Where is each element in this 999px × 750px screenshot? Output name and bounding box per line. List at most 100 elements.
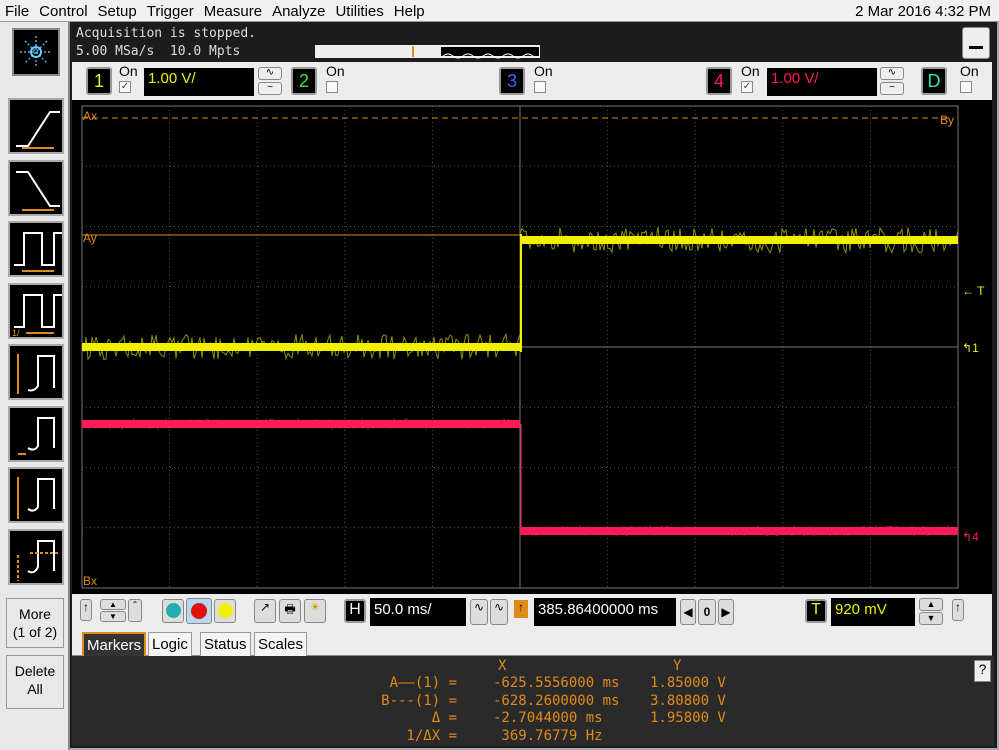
rise-time-icon-button[interactable]	[8, 98, 64, 154]
tab-status[interactable]: Status	[200, 632, 251, 656]
channel-4-button[interactable]: 4	[706, 67, 732, 95]
marker-label: A——(1) =	[390, 675, 457, 693]
zoom-in-button[interactable]: ∿	[470, 599, 488, 625]
channel-3-checkbox[interactable]	[534, 81, 546, 93]
horizontal-button[interactable]: H	[344, 599, 366, 623]
minimize-button[interactable]	[962, 27, 990, 59]
channel-1-coupling-up[interactable]: ∿	[258, 67, 282, 80]
trigger-position-marker	[412, 46, 414, 57]
channel-1-ground-marker[interactable]: ↰1	[962, 341, 979, 355]
trigger-arrow-button[interactable]: ↑	[952, 599, 964, 621]
fall-time-icon	[10, 162, 62, 214]
more-button[interactable]: More (1 of 2)	[6, 598, 64, 648]
channel-1-high-trace	[520, 236, 958, 244]
delay-right-button[interactable]: ▶	[718, 599, 734, 625]
acquisition-status: Acquisition is stopped. 5.00 MSa/s 10.0 …	[76, 25, 256, 61]
channel-4-on-label: On	[741, 63, 760, 79]
channel-2-button[interactable]: 2	[291, 67, 317, 95]
run-button[interactable]	[162, 599, 184, 623]
delay-zero-button[interactable]: 0	[698, 599, 716, 625]
more-label: More (1 of 2)	[13, 606, 57, 640]
logo-icon[interactable]	[12, 28, 60, 76]
control-bar: ↑ ▲ ▼ ⌃ ↗ 🖶 ☀ H 50.0 ms/ ∿ ∿ ↑ 385.86400…	[72, 594, 992, 630]
channel-2-checkbox[interactable]	[326, 81, 338, 93]
scroll-down-button[interactable]: ▼	[100, 611, 126, 622]
channel-3-button[interactable]: 3	[499, 67, 525, 95]
channel-1-button[interactable]: 1	[86, 67, 112, 95]
amplitude-icon-button[interactable]	[8, 529, 64, 585]
tab-scales[interactable]: Scales	[254, 632, 307, 656]
digital-checkbox[interactable]	[960, 81, 972, 93]
channel-1-checkbox[interactable]: ✓	[119, 81, 131, 93]
marker-bx-label: Bx	[83, 574, 97, 588]
menu-file[interactable]: File	[0, 0, 34, 20]
marker-by-label: By	[940, 113, 954, 127]
amplitude-icon	[10, 531, 62, 583]
channel-1-scale[interactable]: 1.00 V/	[144, 68, 254, 96]
trigger-level-field[interactable]: 920 mV	[831, 598, 915, 626]
view-window[interactable]	[441, 47, 539, 56]
channel-4-checkbox[interactable]: ✓	[741, 81, 753, 93]
period-icon-button[interactable]	[8, 221, 64, 277]
delete-all-button[interactable]: Delete All	[6, 655, 64, 709]
frequency-icon-button[interactable]: 1/	[8, 283, 64, 339]
timebase-field[interactable]: 50.0 ms/	[370, 598, 466, 626]
trigger-button[interactable]: T	[805, 599, 827, 623]
timeline-overview[interactable]	[315, 45, 540, 58]
help-button[interactable]: ?	[974, 660, 991, 682]
zoom-out-button[interactable]: ∿	[490, 599, 508, 625]
tab-logic[interactable]: Logic	[148, 632, 192, 656]
tab-bar: Markers Logic Status Scales	[72, 630, 992, 656]
x-header: X	[498, 658, 506, 676]
marker-label: 1/ΔX =	[406, 728, 457, 746]
print-icon[interactable]: 🖶	[279, 599, 301, 623]
minimum-icon-button[interactable]	[8, 406, 64, 462]
channel-1-coupling-down[interactable]: ~	[258, 82, 282, 95]
marker-x: 369.76779 Hz	[493, 728, 603, 746]
autoscale-icon[interactable]: ↗	[254, 599, 276, 623]
digital-channel-button[interactable]: D	[921, 67, 947, 95]
brightness-icon[interactable]: ☀	[304, 599, 326, 623]
menu-analyze[interactable]: Analyze	[267, 0, 330, 20]
menu-control[interactable]: Control	[34, 0, 92, 20]
menu-utilities[interactable]: Utilities	[330, 0, 388, 20]
fine-scroll-button[interactable]: ⌃	[128, 599, 142, 622]
minimum-icon	[10, 408, 62, 460]
digital-on-label: On	[960, 63, 979, 79]
delay-left-button[interactable]: ◀	[680, 599, 696, 625]
vertical-arrow-button[interactable]: ↑	[80, 599, 92, 621]
menu-trigger[interactable]: Trigger	[142, 0, 199, 20]
stop-button[interactable]	[186, 598, 212, 624]
channel-4-scale[interactable]: 1.00 V/	[767, 68, 877, 96]
marker-y: 1.95800 V	[650, 710, 726, 728]
marker-x: -2.7044000 ms	[493, 710, 603, 728]
marker-label: B---(1) =	[381, 693, 457, 711]
frequency-icon: 1/	[10, 285, 62, 337]
delay-field[interactable]: 385.86400000 ms	[534, 598, 676, 626]
menu-setup[interactable]: Setup	[93, 0, 142, 20]
menu-bar: File Control Setup Trigger Measure Analyze Uti…	[0, 0, 999, 22]
trigger-level-down[interactable]: ▼	[919, 612, 943, 625]
channel-4-coupling-down[interactable]: ~	[880, 82, 904, 95]
maximum-icon-button[interactable]	[8, 467, 64, 523]
tab-markers[interactable]: Markers	[82, 632, 146, 656]
markers-panel: X Y A——(1) = -625.5556000 ms 1.85000 V B---…	[72, 656, 994, 746]
channel-4-ground-marker[interactable]: ↰4	[962, 530, 979, 544]
y-header: Y	[673, 658, 681, 676]
scroll-up-button[interactable]: ▲	[100, 599, 126, 610]
single-button[interactable]	[214, 599, 236, 623]
channel-3-on-label: On	[534, 63, 553, 79]
period-icon	[10, 223, 62, 275]
peak-to-peak-icon-button[interactable]	[8, 344, 64, 400]
trigger-level-up[interactable]: ▲	[919, 598, 943, 611]
trigger-delay-icon: ↑	[514, 600, 528, 618]
menu-help[interactable]: Help	[389, 0, 430, 20]
channel-4-coupling-up[interactable]: ∿	[880, 67, 904, 80]
waveform-display[interactable]: Ax Ay Bx By ← T ↰1 ↰4	[72, 100, 992, 594]
channel-bar: 1 On ✓ 1.00 V/ ∿ ~ 2 On 3 On 4 On ✓ 1.00…	[72, 62, 992, 100]
status-line: Acquisition is stopped.	[76, 25, 256, 43]
trigger-level-marker[interactable]: ← T	[962, 284, 985, 298]
marker-x: -628.2600000 ms	[493, 693, 619, 711]
menu-measure[interactable]: Measure	[199, 0, 267, 20]
fall-time-icon-button[interactable]	[8, 160, 64, 216]
